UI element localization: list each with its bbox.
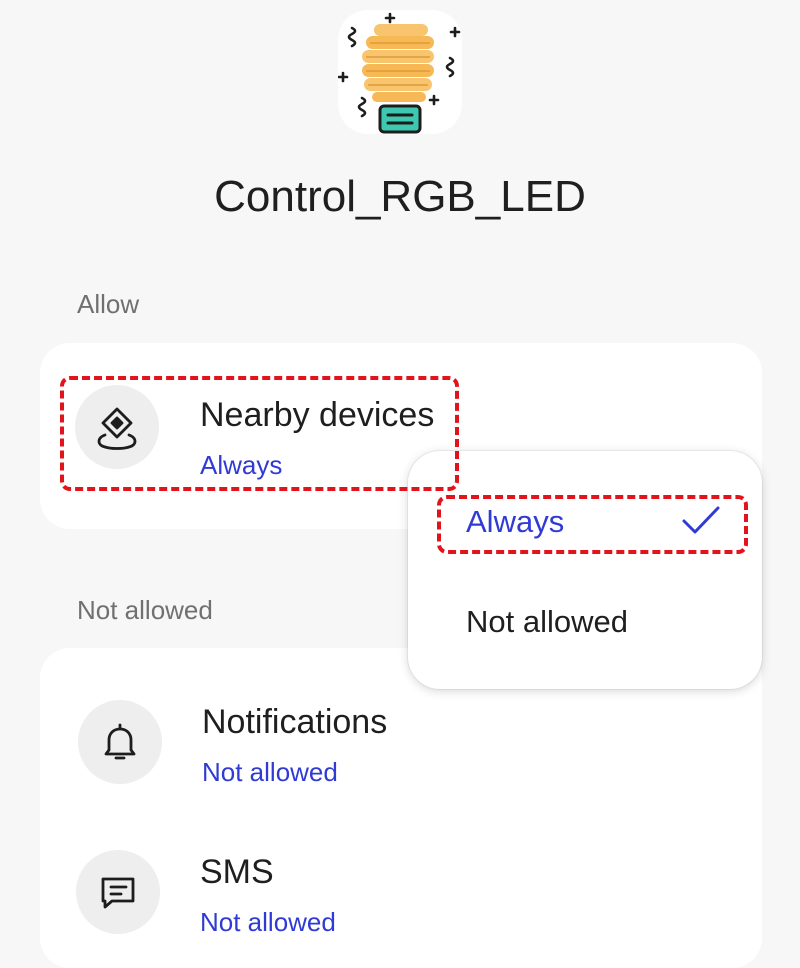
permission-name: Notifications: [202, 703, 388, 741]
permission-status: Always: [200, 450, 283, 480]
permission-name: SMS: [200, 853, 274, 891]
permission-status: Not allowed: [200, 907, 336, 937]
permission-dropdown-menu: Always Not allowed: [408, 451, 762, 689]
light-bulb-icon: [338, 12, 461, 134]
section-label-allow: Allow: [77, 289, 140, 319]
bell-icon: [78, 700, 162, 784]
message-icon: [76, 850, 160, 934]
app-icon: [338, 10, 462, 134]
permission-item-notifications[interactable]: Notifications Not allowed: [40, 688, 762, 808]
dropdown-option-always[interactable]: Always: [408, 483, 762, 563]
dropdown-option-label: Always: [466, 504, 565, 539]
nearby-devices-icon: [75, 385, 159, 469]
denied-permissions-card: Notifications Not allowed SMS Not allowe…: [40, 648, 762, 968]
permission-item-sms[interactable]: SMS Not allowed: [40, 838, 762, 958]
dropdown-option-not-allowed[interactable]: Not allowed: [408, 581, 762, 661]
dropdown-option-label: Not allowed: [466, 604, 628, 639]
checkmark-icon: [682, 506, 720, 534]
app-title: Control_RGB_LED: [214, 172, 586, 221]
permission-status: Not allowed: [202, 757, 338, 787]
section-label-not-allowed: Not allowed: [77, 595, 213, 625]
permission-name: Nearby devices: [200, 396, 435, 434]
